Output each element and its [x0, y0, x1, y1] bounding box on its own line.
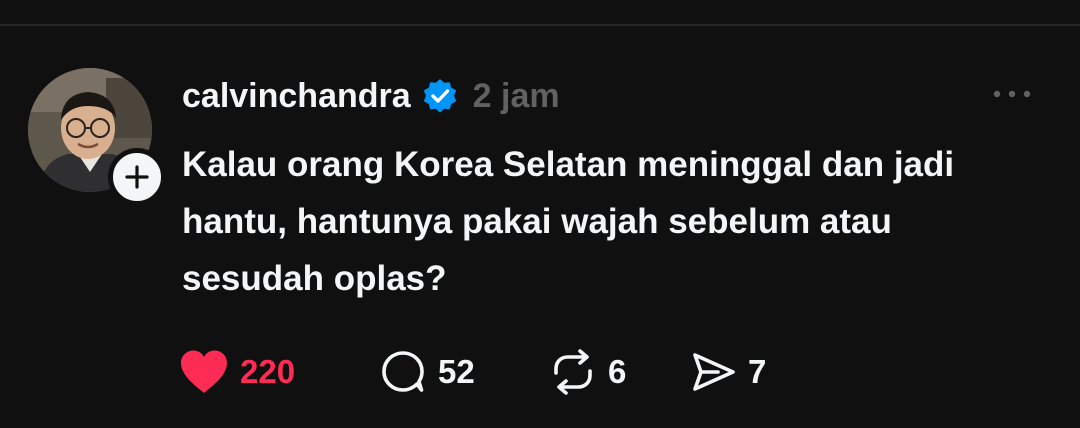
reply-count: 52	[438, 353, 475, 390]
verified-badge-icon	[421, 77, 459, 115]
heart-filled-icon	[181, 350, 227, 393]
post-body-line: hantu, hantunya pakai wajah sebelum atau	[182, 202, 892, 241]
repost-count: 6	[608, 353, 627, 390]
share-button[interactable]: 7	[688, 347, 808, 397]
post-header: calvinchandra 2 jam	[182, 74, 560, 118]
avatar-container	[28, 68, 166, 206]
speech-bubble-icon	[382, 351, 424, 392]
share-count: 7	[748, 353, 767, 390]
username-link[interactable]: calvinchandra	[182, 77, 411, 116]
more-options-button[interactable]	[990, 86, 1034, 102]
post-body: Kalau orang Korea Selatan meninggal dan …	[182, 136, 1042, 307]
plus-icon	[125, 165, 149, 189]
like-count: 220	[240, 353, 296, 390]
thread-post: calvinchandra 2 jam Kalau orang Korea Se…	[0, 0, 1080, 428]
repost-button[interactable]: 6	[548, 347, 688, 397]
like-button[interactable]: 220	[178, 348, 378, 396]
post-timestamp: 2 jam	[472, 76, 560, 115]
post-body-line: sesudah oplas?	[182, 259, 447, 298]
repost-arrows-icon	[554, 349, 592, 395]
follow-button[interactable]	[108, 148, 166, 206]
more-dots-icon	[993, 90, 1031, 98]
reply-button[interactable]: 52	[378, 347, 548, 397]
action-bar: 220 52 6 7	[178, 344, 808, 400]
post-body-line: Kalau orang Korea Selatan meninggal dan …	[182, 145, 955, 184]
send-paper-plane-icon	[693, 353, 735, 391]
